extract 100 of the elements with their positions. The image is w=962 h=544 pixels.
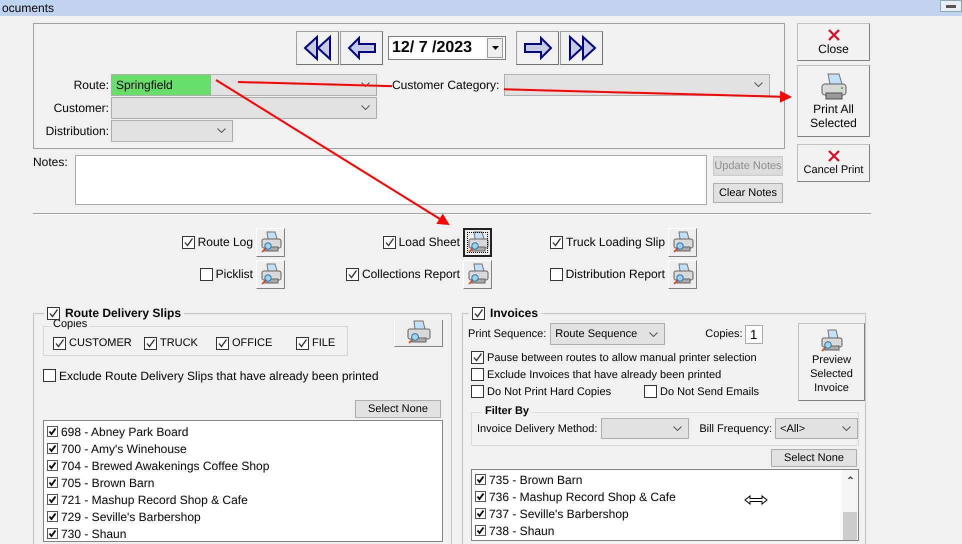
checkbox[interactable] (346, 268, 359, 280)
printer-magnifier-icon (672, 231, 694, 253)
chevron-down-icon (361, 105, 370, 110)
list-item[interactable]: 704 - Brewed Awakenings Coffee Shop (61, 458, 270, 472)
bill-frequency-label: Bill Frequency: (699, 422, 772, 434)
printer-magnifier-icon (466, 231, 488, 253)
list-item[interactable]: 729 - Seville's Barbershop (61, 510, 201, 524)
print-preview-button[interactable] (463, 228, 492, 256)
list-item[interactable]: 705 - Brown Barn (61, 476, 154, 490)
checkbox[interactable] (47, 477, 58, 488)
checkbox[interactable] (47, 494, 58, 505)
checkbox[interactable] (47, 460, 58, 471)
side-button[interactable]: Cancel Print (797, 144, 870, 182)
customer-category-dropdown[interactable] (504, 74, 770, 96)
checkbox[interactable] (644, 385, 657, 398)
printer-magnifier-icon (260, 231, 282, 253)
printer-magnifier-icon (820, 329, 844, 353)
checkbox[interactable] (47, 426, 58, 437)
checkbox[interactable] (47, 528, 58, 539)
copies-label: Copies (51, 318, 90, 330)
notes-label: Notes: (33, 155, 69, 171)
list-item[interactable]: 735 - Brown Barn (489, 472, 582, 486)
checkbox[interactable] (144, 336, 157, 350)
close-icon (826, 149, 840, 163)
group-title: Invoices (490, 307, 538, 320)
checkbox[interactable] (47, 511, 58, 522)
route-label: Route: (72, 78, 110, 92)
checkbox[interactable] (216, 336, 229, 350)
checkbox[interactable] (471, 385, 484, 398)
checkbox[interactable] (550, 268, 563, 280)
list-item[interactable]: 721 - Mashup Record Shop & Cafe (61, 492, 248, 506)
copy-label: TRUCK (160, 337, 198, 349)
print-sequence-label: Print Sequence: (468, 328, 546, 340)
option-label: Exclude Route Delivery Slips that have already been printed (59, 368, 379, 382)
bill-frequency-dropdown[interactable]: <All> (775, 418, 858, 439)
list-item[interactable]: 698 - Abney Park Board (61, 424, 188, 438)
report-label: Picklist (216, 267, 253, 281)
option-label: Do Not Send Emails (660, 386, 760, 398)
copies-field[interactable]: 1 (744, 324, 763, 344)
side-button[interactable]: Print All Selected (797, 65, 870, 137)
list-item[interactable]: 730 - Shaun (61, 526, 126, 540)
notes-button[interactable]: Clear Notes (713, 183, 783, 203)
select-none-button[interactable]: Select None (355, 400, 441, 418)
first-button[interactable] (296, 31, 339, 65)
checkbox[interactable] (475, 474, 486, 485)
date-picker[interactable]: 12/ 7 /2023 (388, 36, 506, 60)
dropdown-arrow-icon (492, 46, 498, 50)
minimize-button[interactable] (940, 0, 962, 12)
checkbox[interactable] (182, 236, 195, 248)
printer-magnifier-icon (260, 263, 282, 285)
double-left-arrow-icon (302, 34, 334, 62)
checkbox[interactable] (475, 491, 486, 502)
checkbox[interactable] (471, 351, 484, 364)
filter-title: Filter By (482, 405, 532, 417)
chevron-down-icon (842, 426, 851, 431)
left-arrow-icon (346, 34, 378, 62)
option-label: Do Not Print Hard Copies (487, 386, 612, 398)
group-title: Route Delivery Slips (65, 307, 182, 320)
checkbox[interactable] (475, 525, 486, 536)
checkbox[interactable] (53, 336, 66, 350)
scroll-up-icon (846, 476, 854, 480)
customer-label: Customer: (52, 100, 110, 114)
checkbox[interactable] (475, 508, 486, 519)
last-button[interactable] (560, 31, 603, 65)
list-item[interactable]: 700 - Amy's Winehouse (61, 442, 187, 456)
copy-label: OFFICE (232, 337, 272, 349)
list-item[interactable]: 737 - Seville's Barbershop (489, 506, 629, 520)
route-dropdown[interactable]: Springfield (111, 74, 377, 96)
list-item[interactable]: 738 - Shaun (489, 524, 554, 538)
printer-magnifier-icon (466, 263, 488, 285)
checkbox[interactable] (472, 307, 485, 320)
checkbox[interactable] (296, 336, 309, 350)
option-label: Exclude Invoices that have already been printed (487, 368, 722, 380)
select-none-button[interactable]: Select None (771, 449, 857, 467)
checkbox[interactable] (382, 236, 396, 248)
report-label: Distribution Report (566, 267, 665, 281)
delivery-method-label: Invoice Delivery Method: (477, 422, 598, 434)
preview-button[interactable]: Preview Selected Invoice (798, 323, 865, 401)
checkbox[interactable] (47, 307, 60, 320)
checkbox[interactable] (550, 236, 564, 248)
checkbox[interactable] (471, 368, 484, 381)
distribution-label: Distribution: (44, 124, 110, 138)
scrollbar[interactable] (842, 470, 858, 540)
window-title: ocuments (2, 1, 54, 15)
list-item[interactable]: 736 - Mashup Record Shop & Cafe (489, 490, 676, 504)
print-sequence-dropdown[interactable]: Route Sequence (550, 323, 666, 345)
checkbox[interactable] (47, 443, 58, 454)
next-button[interactable] (516, 31, 559, 65)
printer-magnifier-icon (672, 263, 694, 285)
close-icon (826, 28, 840, 42)
checkbox[interactable] (43, 369, 56, 382)
report-label: Collections Report (362, 267, 460, 281)
printer-magnifier-icon (406, 320, 432, 344)
previous-button[interactable] (340, 31, 383, 65)
side-button[interactable]: Close (797, 23, 870, 61)
chevron-down-icon (754, 82, 763, 87)
checkbox[interactable] (200, 268, 213, 280)
chevron-down-icon (217, 128, 226, 133)
notes-field[interactable] (75, 155, 707, 205)
chevron-down-icon (361, 82, 370, 87)
